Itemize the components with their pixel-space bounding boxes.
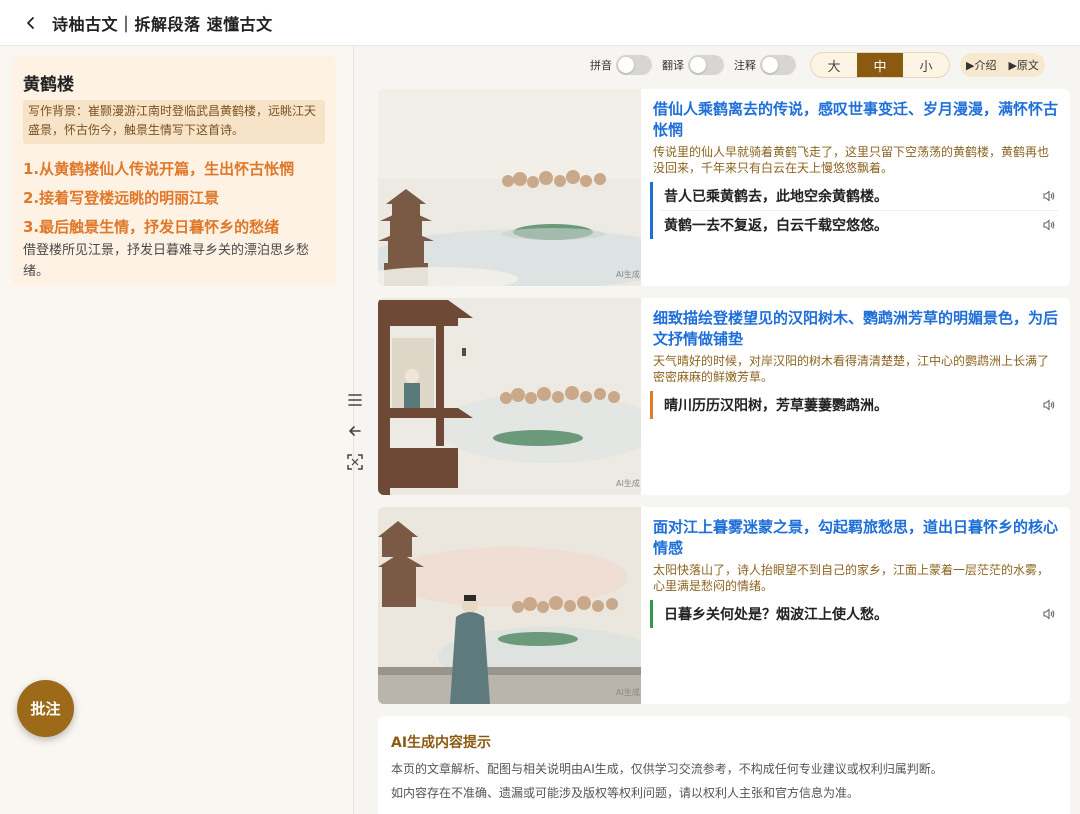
poem-line-text: 日暮乡关何处是？烟波江上使人愁。 [664, 607, 888, 623]
outline-item: 2.接着写登楼远眺的明丽江景 [23, 189, 220, 207]
intro-button[interactable]: ▶介绍 [960, 53, 1002, 77]
notice-title: AI生成内容提示 [391, 735, 492, 751]
section-title: 细致描绘登楼望见的汉阳树木、鹦鹉洲芳草的明媚景色，为后文抒情做铺垫 [653, 309, 1059, 348]
outline-item: 1.从黄鹤楼仙人传说开篇，生出怀古怅惘 [23, 160, 295, 178]
arrow-left-icon [349, 426, 361, 436]
size-small[interactable]: 小 [903, 53, 949, 77]
poem-lines: 日暮乡关何处是？烟波江上使人愁。 [650, 600, 1058, 628]
play-audio-button[interactable] [1042, 189, 1056, 207]
pinyin-label: 拼音 [590, 59, 612, 72]
section-card: AI生成 面对江上暮雾迷蒙之景，勾起羁旅愁思，道出日暮怀乡的核心情感 太阳快落山… [378, 507, 1070, 704]
poem-overview-card: 黄鹤楼 写作背景：崔颢漫游江南时登临武昌黄鹤楼，远眺江天盛景，怀古伤今，触景生情… [12, 56, 336, 286]
toggle-knob [690, 57, 706, 73]
section-title: 面对江上暮雾迷蒙之景，勾起羁旅愁思，道出日暮怀乡的核心情感 [653, 518, 1059, 557]
play-audio-button[interactable] [1042, 607, 1056, 625]
section-illustration [378, 89, 641, 286]
section-description: 太阳快落山了，诗人抬眼望不到自己的家乡，江面上蒙着一层茫茫的水雾，心里满是愁闷的… [653, 563, 1050, 593]
toggle-knob [618, 57, 634, 73]
poem-line[interactable]: 日暮乡关何处是？烟波江上使人愁。 [650, 600, 1058, 628]
notes-toggle[interactable] [760, 55, 796, 75]
section-title: 借仙人乘鹤离去的传说，感叹世事变迁、岁月漫漫，满怀怀古怅惘 [653, 100, 1059, 139]
font-size-selector: 大 中 小 [810, 52, 950, 78]
size-large[interactable]: 大 [811, 53, 857, 77]
toggle-knob [762, 57, 778, 73]
fullscreen-icon [347, 454, 363, 470]
section-content: 细致描绘登楼望见的汉阳树木、鹦鹉洲芳草的明媚景色，为后文抒情做铺垫 天气晴好的时… [650, 308, 1059, 419]
original-text-button[interactable]: ▶原文 [1002, 53, 1044, 77]
poem-line-text: 昔人已乘黄鹤去，此地空余黄鹤楼。 [664, 189, 888, 205]
poem-line[interactable]: 昔人已乘黄鹤去，此地空余黄鹤楼。 [653, 182, 1058, 210]
ai-image-tag: AI生成 [616, 688, 640, 697]
section-card: AI生成 借仙人乘鹤离去的传说，感叹世事变迁、岁月漫漫，满怀怀古怅惘 传说里的仙… [378, 89, 1070, 286]
play-audio-button[interactable] [1042, 398, 1056, 416]
poem-lines: 晴川历历汉阳树，芳草萋萋鹦鹉洲。 [650, 391, 1058, 419]
poem-lines: 昔人已乘黄鹤去，此地空余黄鹤楼。 黄鹤一去不复返，白云千载空悠悠。 [650, 182, 1058, 239]
back-button[interactable] [18, 10, 44, 36]
translate-toggle[interactable] [688, 55, 724, 75]
reading-controls: 拼音 翻译 注释 大 中 小 ▶介绍 ▶原文 [590, 52, 1045, 78]
chevron-left-icon [27, 16, 34, 29]
section-illustration [378, 507, 641, 704]
top-bar: 诗柚古文｜拆解段落 速懂古文 [0, 0, 1080, 46]
poem-line-text: 晴川历历汉阳树，芳草萋萋鹦鹉洲。 [664, 398, 888, 414]
size-medium[interactable]: 中 [857, 53, 903, 77]
page-title: 诗柚古文｜拆解段落 速懂古文 [52, 14, 273, 34]
play-audio-button[interactable] [1042, 218, 1056, 236]
ai-image-tag: AI生成 [616, 270, 640, 279]
poem-summary: 借登楼所见江景，抒发日暮难寻乡关的漂泊思乡愁绪。 [23, 243, 310, 279]
menu-icon [348, 394, 362, 406]
ai-content-notice: AI生成内容提示 本页的文章解析、配图与相关说明由AI生成，仅供学习交流参考，不… [378, 716, 1070, 814]
section-card: AI生成 细致描绘登楼望见的汉阳树木、鹦鹉洲芳草的明媚景色，为后文抒情做铺垫 天… [378, 298, 1070, 495]
outline-item: 3.最后触景生情，抒发日暮怀乡的愁绪 [23, 218, 280, 236]
section-content: 借仙人乘鹤离去的传说，感叹世事变迁、岁月漫漫，满怀怀古怅惘 传说里的仙人早就骑着… [650, 99, 1059, 239]
menu-button[interactable] [343, 388, 367, 412]
fullscreen-button[interactable] [343, 450, 367, 474]
writing-background: 写作背景：崔颢漫游江南时登临武昌黄鹤楼，远眺江天盛景，怀古伤今，触景生情写下这首… [23, 100, 325, 144]
side-toolbar [343, 388, 367, 481]
translate-label: 翻译 [662, 59, 684, 72]
notes-label: 注释 [734, 59, 756, 72]
section-content: 面对江上暮雾迷蒙之景，勾起羁旅愁思，道出日暮怀乡的核心情感 太阳快落山了，诗人抬… [650, 517, 1059, 628]
speaker-icon [1043, 190, 1055, 202]
ai-image-tag: AI生成 [616, 479, 640, 488]
section-description: 传说里的仙人早就骑着黄鹤飞走了，这里只留下空荡荡的黄鹤楼，黄鹤再也没回来，千年来… [653, 145, 1050, 175]
speaker-icon [1043, 608, 1055, 620]
speaker-icon [1043, 219, 1055, 231]
notice-line: 如内容存在不准确、遗漏或可能涉及版权等权利问题，请以权利人主张和官方信息为准。 [391, 786, 860, 800]
pinyin-toggle[interactable] [616, 55, 652, 75]
nav-group: ▶介绍 ▶原文 [960, 53, 1045, 77]
poem-line[interactable]: 黄鹤一去不复返，白云千载空悠悠。 [653, 211, 1058, 239]
poem-line[interactable]: 晴川历历汉阳树，芳草萋萋鹦鹉洲。 [650, 391, 1058, 419]
poem-title: 黄鹤楼 [23, 75, 74, 95]
section-description: 天气晴好的时候，对岸汉阳的树木看得清清楚楚，江中心的鹦鹉洲上长满了密密麻麻的鲜嫩… [653, 354, 1050, 384]
notice-line: 本页的文章解析、配图与相关说明由AI生成，仅供学习交流参考，不构成任何专业建议或… [391, 762, 943, 776]
speaker-icon [1043, 399, 1055, 411]
section-illustration [378, 298, 641, 495]
annotate-button[interactable]: 批注 [17, 680, 74, 737]
poem-line-text: 黄鹤一去不复返，白云千载空悠悠。 [664, 218, 888, 234]
collapse-panel-button[interactable] [343, 419, 367, 443]
